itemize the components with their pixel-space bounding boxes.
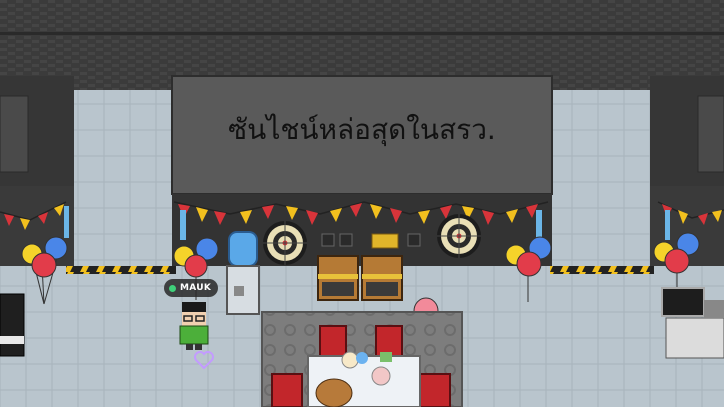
online-status-icon [169,284,176,292]
treasure-chest[interactable] [317,255,359,301]
hazard-stripe [550,266,654,274]
game-scene[interactable]: ซันไชน์หล่อสุดในสรว. MAUK [0,0,724,407]
player-avatar[interactable] [179,302,209,350]
dining-table[interactable] [307,351,421,407]
dartboard[interactable] [263,221,307,265]
water-cooler[interactable] [226,231,260,315]
treasure-chest[interactable] [361,255,403,301]
dartboard[interactable] [437,214,481,258]
map-canvas[interactable] [0,0,724,407]
player-name-tag: MAUK [164,279,219,297]
player-name: MAUK [180,283,212,293]
hazard-stripe [66,266,176,274]
piano[interactable] [0,293,25,357]
sign-text: ซันไชน์หล่อสุดในสรว. [228,113,496,146]
